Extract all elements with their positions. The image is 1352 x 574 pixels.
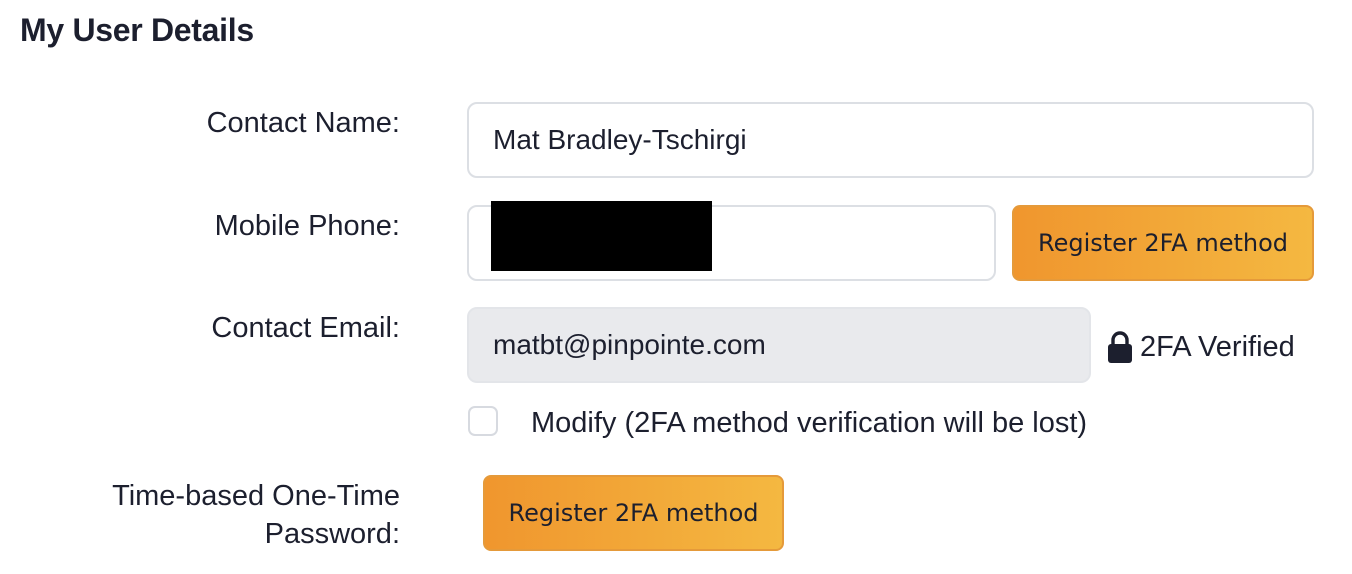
contact-name-input[interactable] — [467, 102, 1314, 178]
modify-checkbox-label: Modify (2FA method verification will be … — [531, 407, 1088, 439]
page-title: My User Details — [20, 12, 254, 48]
lock-icon — [1108, 331, 1132, 363]
register-2fa-phone-button[interactable]: Register 2FA method — [1012, 205, 1314, 281]
2fa-verified-status: 2FA Verified — [1106, 328, 1295, 366]
totp-label-line2: Password: — [264, 518, 400, 550]
contact-email-label: Contact Email: — [211, 312, 400, 344]
modify-checkbox[interactable] — [468, 406, 498, 436]
totp-label: Time-based One-Time Password: — [40, 477, 400, 553]
totp-label-line1: Time-based One-Time — [112, 480, 400, 512]
contact-email-input[interactable] — [467, 307, 1091, 383]
register-2fa-totp-button[interactable]: Register 2FA method — [483, 475, 784, 551]
2fa-verified-label: 2FA Verified — [1140, 330, 1295, 363]
contact-name-label: Contact Name: — [206, 107, 400, 139]
redacted-phone-number — [491, 201, 712, 271]
mobile-phone-label: Mobile Phone: — [214, 210, 400, 242]
